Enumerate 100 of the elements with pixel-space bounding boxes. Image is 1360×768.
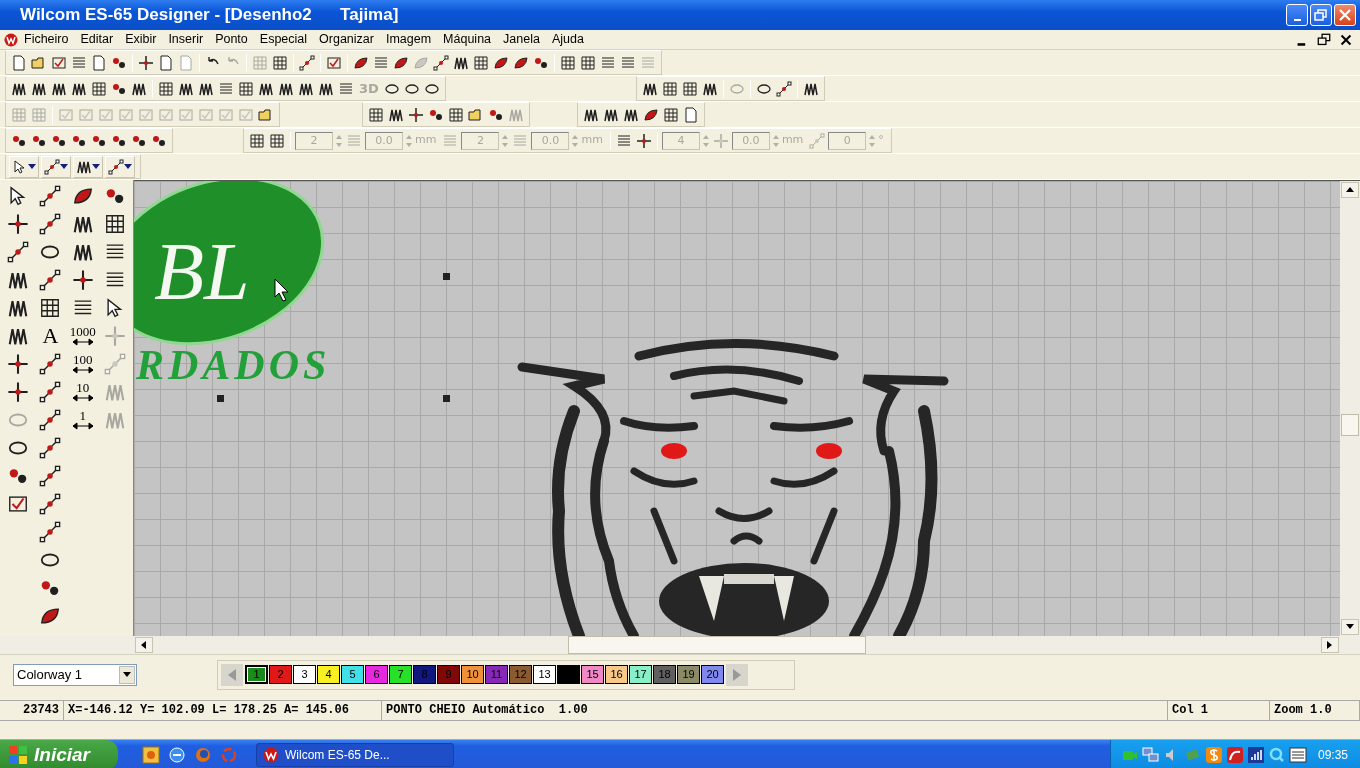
color-swatch[interactable]: 3 [293, 665, 316, 684]
leaf-icon[interactable] [643, 106, 659, 123]
line-node-icon[interactable] [39, 409, 62, 431]
scroll-right-button[interactable] [1321, 637, 1339, 653]
color-swatch[interactable]: 12 [509, 665, 532, 684]
line-node-icon[interactable] [39, 353, 62, 375]
crosshair-icon[interactable] [7, 213, 30, 235]
checkbox-icon[interactable] [7, 493, 30, 515]
page-icon[interactable] [158, 54, 174, 71]
crosshair-icon[interactable] [635, 132, 652, 149]
scroll-up-button[interactable] [1341, 182, 1359, 198]
scroll-down-button[interactable] [1341, 619, 1359, 635]
crosshair-icon[interactable] [138, 54, 154, 71]
colorway-dropdown[interactable]: Colorway 1 [13, 663, 137, 686]
line-node-icon[interactable] [7, 241, 30, 263]
line-node-icon[interactable] [39, 185, 62, 207]
color-swatch[interactable]: 13 [533, 665, 556, 684]
tool-dropdown[interactable] [9, 155, 39, 178]
dollar-icon[interactable] [1204, 746, 1223, 764]
folder-icon[interactable] [258, 106, 274, 123]
tool-label[interactable]: A [42, 324, 59, 348]
menu-item[interactable]: Janela [497, 30, 546, 49]
desktop-shortcut-icon[interactable] [142, 746, 160, 764]
grid-icon[interactable] [238, 80, 254, 97]
leaf-icon[interactable] [393, 54, 409, 71]
grid-icon[interactable] [448, 106, 464, 123]
shield-icon[interactable] [1225, 746, 1244, 764]
grid-icon[interactable] [368, 106, 384, 123]
selection-handle[interactable] [217, 395, 224, 402]
menu-item[interactable]: Editar [74, 30, 120, 49]
crosshair-icon[interactable] [7, 353, 30, 375]
leaf-icon[interactable] [353, 54, 369, 71]
design-canvas[interactable]: BL RDADOS [134, 180, 1340, 636]
grid-icon[interactable] [681, 80, 698, 97]
leaf-icon[interactable] [493, 54, 509, 71]
app-logo-icon[interactable] [4, 32, 18, 47]
grid-icon[interactable] [249, 132, 265, 149]
grid-icon[interactable] [473, 54, 489, 71]
line-node-icon[interactable] [39, 493, 62, 515]
tool-dropdown[interactable] [41, 155, 71, 178]
menu-item[interactable]: Ficheiro [18, 30, 75, 49]
selection-handle[interactable] [443, 395, 450, 402]
tool-label[interactable]: 100 [72, 354, 93, 366]
grid-icon[interactable] [269, 132, 285, 149]
page-icon[interactable] [91, 54, 107, 71]
menu-item[interactable]: Exibir [119, 30, 163, 49]
color-swatch[interactable]: 2 [269, 665, 292, 684]
menu-item[interactable]: Imagem [379, 30, 438, 49]
line-node-icon[interactable] [39, 213, 62, 235]
start-button[interactable]: Iniciar [0, 740, 118, 768]
leaf-icon[interactable] [71, 185, 94, 207]
tool-dropdown[interactable] [105, 155, 135, 178]
crosshair-icon[interactable] [71, 269, 94, 291]
folder-icon[interactable] [31, 54, 47, 71]
page-icon[interactable] [683, 106, 699, 123]
folder-icon[interactable] [468, 106, 484, 123]
network-icon[interactable] [1141, 746, 1160, 764]
color-swatch[interactable]: 16 [605, 665, 628, 684]
color-swatch[interactable]: 5 [341, 665, 364, 684]
window-icon[interactable] [1288, 746, 1307, 764]
line-node-icon[interactable] [39, 381, 62, 403]
grid-icon[interactable] [103, 213, 126, 235]
grid-icon[interactable] [158, 80, 174, 97]
line-node-icon[interactable] [39, 437, 62, 459]
close-button[interactable] [1338, 32, 1354, 47]
color-swatch[interactable]: 15 [581, 665, 604, 684]
crosshair-icon[interactable] [7, 381, 30, 403]
menu-item[interactable]: Especial [253, 30, 314, 49]
color-swatch[interactable]: 4 [317, 665, 340, 684]
grid-icon[interactable] [663, 106, 679, 123]
color-swatch[interactable] [557, 665, 580, 684]
line-node-icon[interactable] [433, 54, 449, 71]
grid-icon[interactable] [272, 54, 288, 71]
taskbar-button[interactable]: Wilcom ES-65 De... [256, 743, 454, 767]
checkbox-icon[interactable] [51, 54, 67, 71]
line-node-icon[interactable] [775, 80, 792, 97]
browser-icon[interactable] [168, 746, 186, 764]
menu-item[interactable]: Ponto [209, 30, 254, 49]
tool-label[interactable]: 10 [76, 382, 90, 394]
color-swatch[interactable]: 1 [245, 665, 268, 684]
line-node-icon[interactable] [39, 269, 62, 291]
grid-icon[interactable] [661, 80, 678, 97]
scroll-left-button[interactable] [135, 637, 153, 653]
grid-icon[interactable] [39, 297, 62, 319]
restore-button[interactable] [1316, 32, 1332, 47]
checkbox-icon[interactable] [326, 54, 342, 71]
leaf-icon[interactable] [39, 605, 62, 627]
leaf-icon[interactable] [513, 54, 529, 71]
color-swatch[interactable]: 19 [677, 665, 700, 684]
color-swatch[interactable]: 10 [461, 665, 484, 684]
color-swatch[interactable]: 17 [629, 665, 652, 684]
signal-icon[interactable] [1246, 746, 1265, 764]
grid-icon[interactable] [560, 54, 576, 71]
grid-icon[interactable] [91, 80, 107, 97]
tool-label[interactable]: 1 [79, 410, 86, 422]
line-node-icon[interactable] [299, 54, 315, 71]
tool-dropdown[interactable] [73, 155, 103, 178]
scroll-thumb[interactable] [568, 636, 866, 654]
line-node-icon[interactable] [39, 465, 62, 487]
page-icon[interactable] [11, 54, 27, 71]
